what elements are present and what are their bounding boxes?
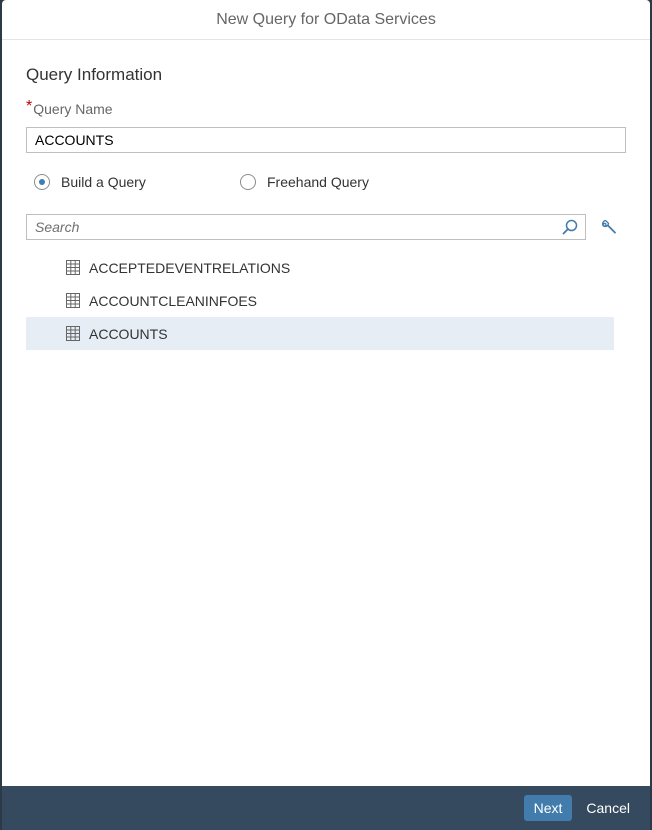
next-button[interactable]: Next (523, 795, 573, 821)
list-item-selected[interactable]: ACCOUNTS (26, 317, 614, 350)
radio-build-query-label: Build a Query (61, 174, 146, 190)
list-item-label: ACCOUNTCLEANINFOES (89, 292, 258, 309)
table-icon (66, 293, 81, 308)
radio-freehand-query[interactable]: Freehand Query (240, 172, 369, 192)
radio-build-query-indicator[interactable] (34, 174, 50, 190)
dialog-footer: Next Cancel (2, 786, 650, 830)
table-icon (66, 260, 81, 275)
required-marker: * (26, 98, 33, 115)
search-icon[interactable] (555, 215, 585, 239)
query-name-input[interactable] (26, 127, 626, 153)
wrench-icon[interactable] (599, 217, 619, 237)
radio-freehand-query-indicator[interactable] (240, 174, 256, 190)
search-input[interactable] (27, 215, 555, 239)
query-name-label-text: Query Name (33, 101, 113, 117)
cancel-button[interactable]: Cancel (578, 795, 638, 821)
section-title: Query Information (26, 65, 163, 84)
list-item[interactable]: ACCEPTEDEVENTRELATIONS (26, 251, 614, 284)
new-query-dialog: New Query for OData Services Query Infor… (2, 0, 650, 830)
list-item-label: ACCOUNTS (89, 325, 168, 342)
entity-list: ACCEPTEDEVENTRELATIONS ACCOUNTCLEANINFOE… (26, 251, 614, 350)
list-item-label: ACCEPTEDEVENTRELATIONS (89, 259, 291, 276)
list-item[interactable]: ACCOUNTCLEANINFOES (26, 284, 614, 317)
table-icon (66, 326, 81, 341)
radio-build-query[interactable]: Build a Query (34, 172, 146, 192)
query-name-label: *Query Name (26, 98, 113, 119)
search-field (26, 214, 586, 240)
radio-freehand-query-label: Freehand Query (267, 174, 369, 190)
dialog-title: New Query for OData Services (2, 0, 650, 40)
